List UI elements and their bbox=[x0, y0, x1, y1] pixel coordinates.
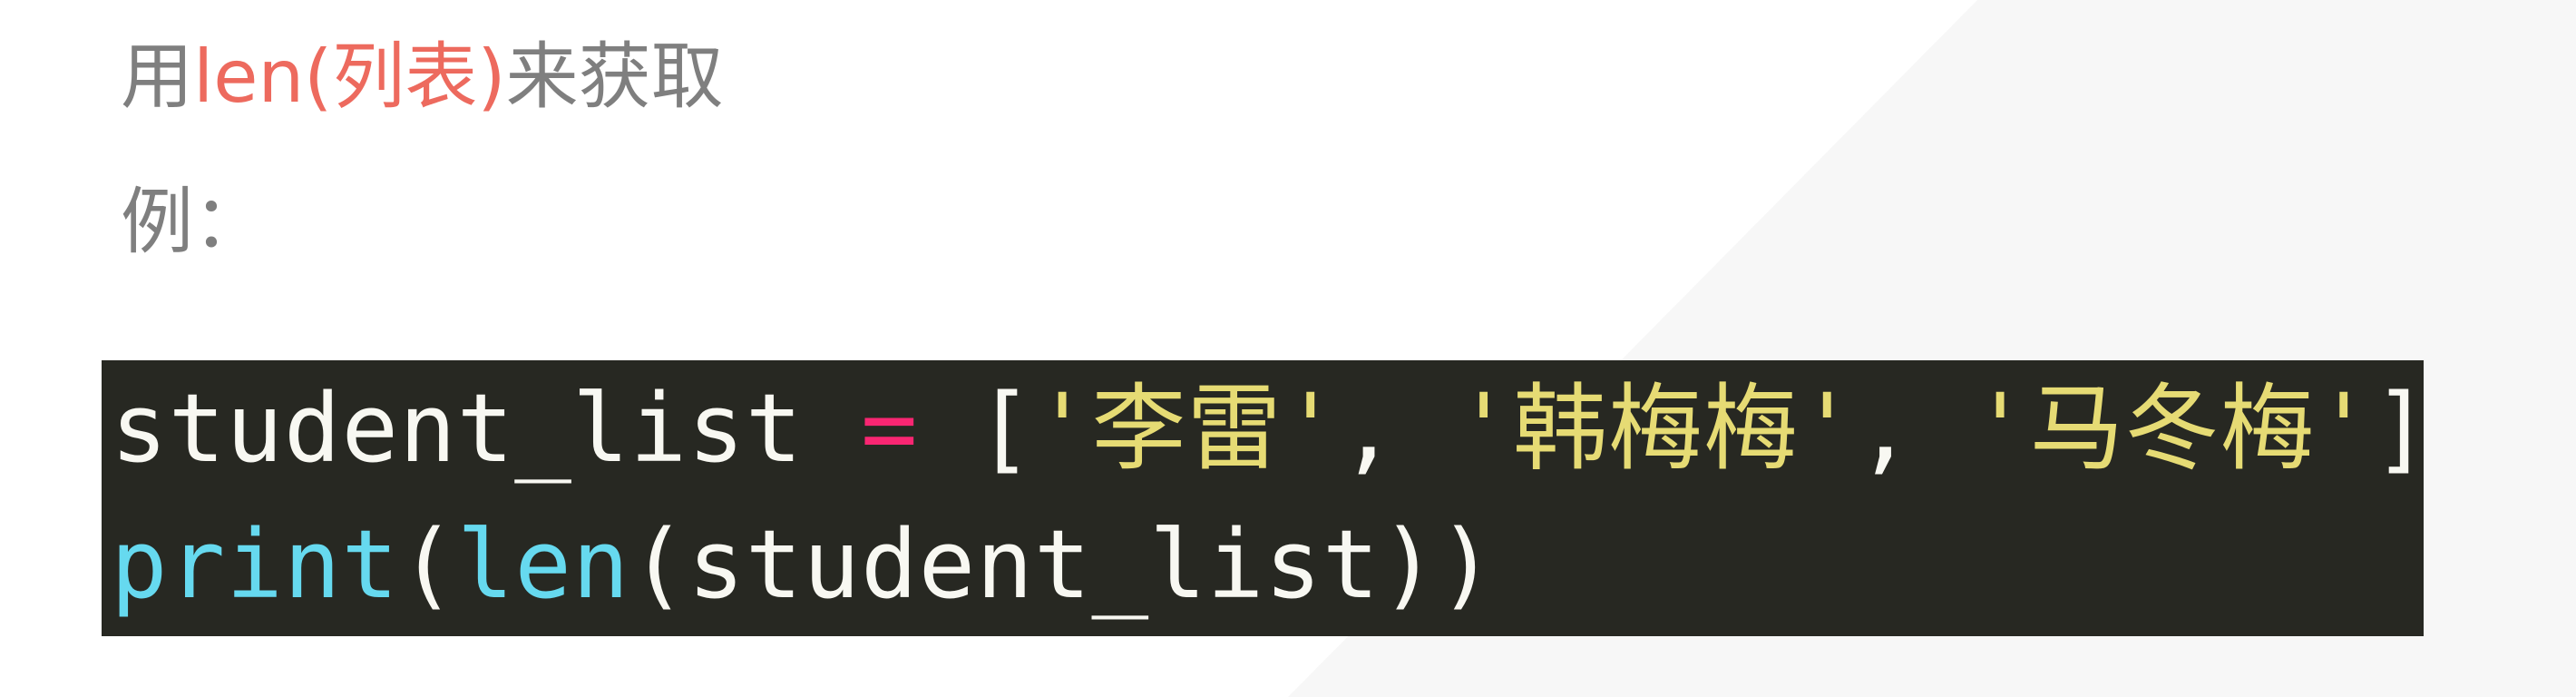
code-string-3: '马冬梅' bbox=[1971, 373, 2374, 484]
code-comma-2: , bbox=[1856, 373, 1915, 484]
code-string-2: '韩梅梅' bbox=[1455, 373, 1857, 484]
code-bracket-close: ] bbox=[2373, 373, 2431, 484]
heading-prefix: 用 bbox=[121, 34, 193, 119]
code-paren-1: ( bbox=[399, 509, 457, 620]
code-line-2: print(len(student_list)) bbox=[111, 496, 2424, 633]
code-argument: student_list bbox=[688, 509, 1381, 620]
code-block: student_list = ['李雷', '韩梅梅', '马冬梅'] prin… bbox=[102, 360, 2430, 636]
code-string-1: '李雷' bbox=[1033, 373, 1341, 484]
heading-text: 用len(列表)来获取 bbox=[121, 27, 724, 127]
code-line-1: student_list = ['李雷', '韩梅梅', '马冬梅'] bbox=[111, 360, 2430, 496]
code-variable: student_list bbox=[111, 373, 804, 484]
heading-highlight: len(列表) bbox=[193, 34, 506, 119]
heading-suffix: 来获取 bbox=[505, 34, 724, 119]
code-paren-close: )) bbox=[1380, 509, 1496, 620]
code-bracket-open: [ bbox=[976, 373, 1034, 484]
code-print-builtin: print bbox=[111, 509, 400, 620]
code-operator: = bbox=[860, 373, 919, 484]
code-comma-1: , bbox=[1340, 373, 1398, 484]
code-paren-2: ( bbox=[629, 509, 688, 620]
example-label: 例： bbox=[121, 180, 266, 264]
code-len-builtin: len bbox=[456, 509, 630, 620]
